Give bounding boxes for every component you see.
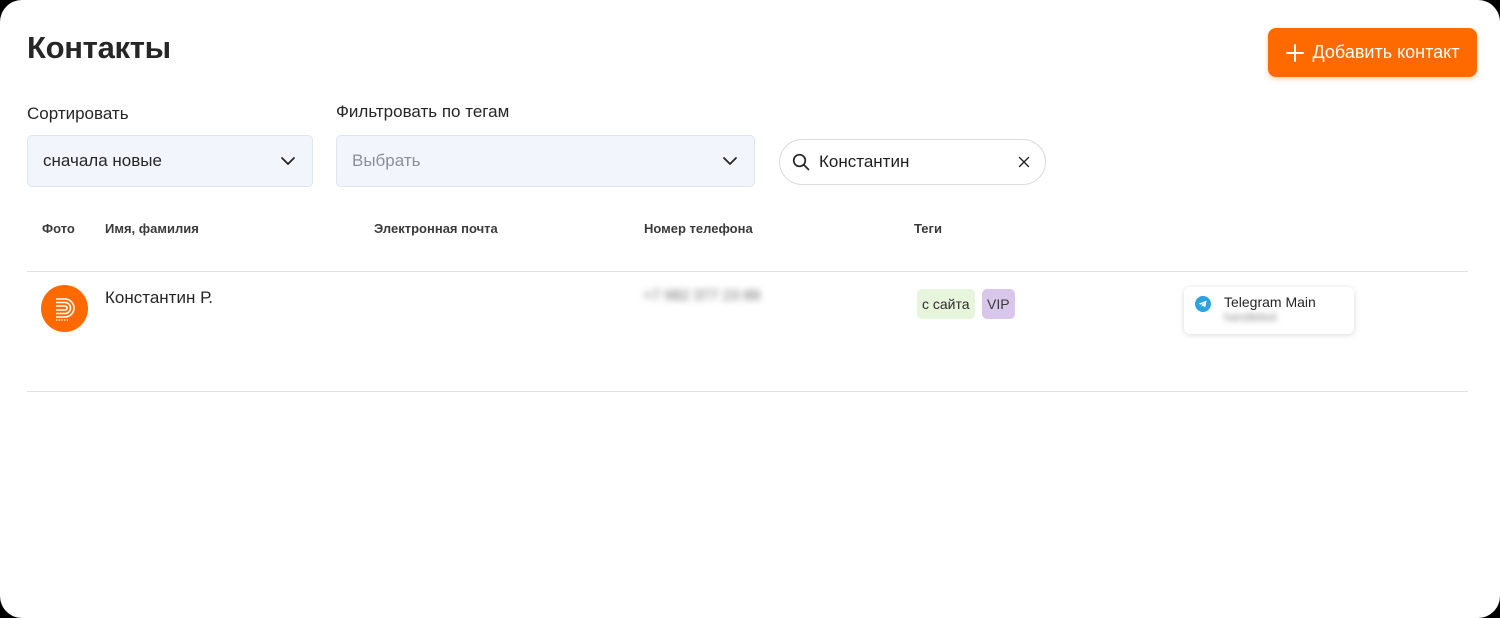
column-header-tags: Теги — [914, 221, 942, 236]
channel-card[interactable]: Telegram Main handlebot — [1184, 287, 1354, 334]
add-contact-label: Добавить контакт — [1312, 42, 1460, 62]
sort-label: Сортировать — [27, 104, 129, 123]
add-contact-button[interactable]: Добавить контакт — [1268, 28, 1477, 77]
sort-value: сначала новые — [43, 151, 162, 170]
avatar — [41, 285, 88, 332]
sort-select[interactable]: сначала новые — [27, 135, 313, 187]
telegram-icon — [1195, 296, 1211, 312]
page-title: Контакты — [27, 30, 171, 65]
column-header-name: Имя, фамилия — [105, 221, 199, 236]
search-input[interactable] — [819, 152, 1018, 172]
tags-filter-select[interactable]: Выбрать — [336, 135, 755, 187]
channel-name: Telegram Main — [1224, 294, 1316, 310]
contact-phone: +7 982 377 23 88 — [643, 287, 761, 304]
table-bottom-divider — [27, 391, 1468, 392]
logo-icon — [55, 297, 75, 321]
close-icon[interactable] — [1018, 156, 1030, 168]
search-icon — [792, 153, 810, 171]
contacts-window: Контакты Добавить контакт Сортировать сн… — [0, 0, 1500, 618]
table-divider — [27, 271, 1468, 272]
chevron-down-icon — [281, 157, 295, 165]
chevron-down-icon — [723, 157, 737, 165]
tag-badge-site: с сайта — [917, 289, 975, 319]
tags-filter-label: Фильтровать по тегам — [336, 102, 510, 121]
search-box[interactable] — [779, 139, 1046, 185]
column-header-email: Электронная почта — [374, 221, 498, 236]
contact-name[interactable]: Константин Р. — [105, 288, 213, 308]
column-header-phone: Номер телефона — [644, 221, 753, 236]
column-header-photo: Фото — [42, 221, 75, 236]
plus-icon — [1285, 43, 1304, 62]
tag-badge-vip: VIP — [982, 289, 1015, 319]
tags-filter-placeholder: Выбрать — [352, 151, 421, 170]
channel-handle: handlebot — [1224, 310, 1277, 324]
